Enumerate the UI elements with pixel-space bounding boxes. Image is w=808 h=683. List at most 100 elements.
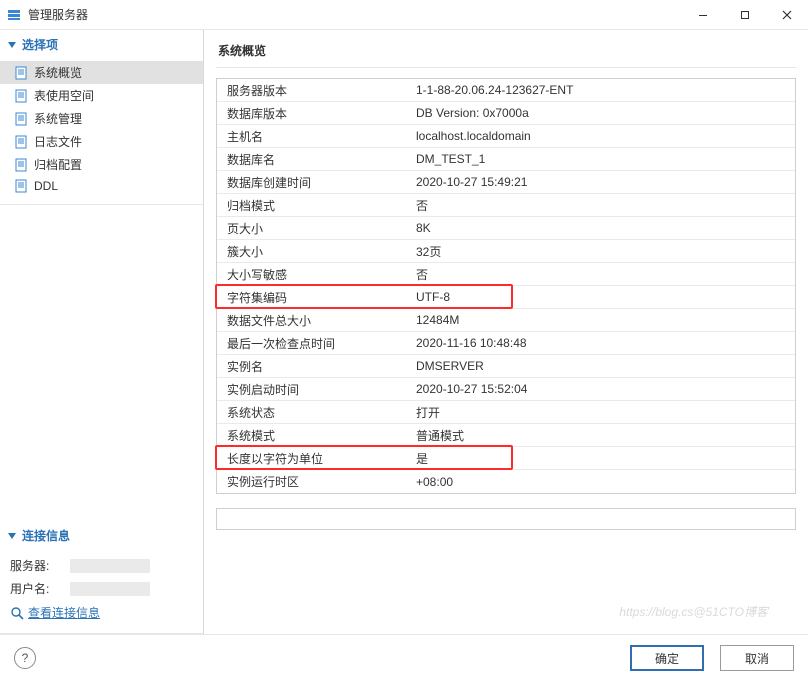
property-value: 8K (412, 221, 431, 235)
conn-server-value (70, 559, 150, 573)
property-row: 页大小8K (217, 217, 795, 240)
sidebar-item-1[interactable]: 表使用空间 (0, 84, 203, 107)
property-row: 主机名localhost.localdomain (217, 125, 795, 148)
ok-button-label: 确定 (655, 650, 679, 667)
view-connection-label: 查看连接信息 (28, 604, 100, 621)
sidebar-item-label: 表使用空间 (34, 87, 94, 104)
property-label: 最后一次检查点时间 (217, 335, 412, 352)
minimize-button[interactable] (682, 0, 724, 30)
property-value: 32页 (412, 243, 441, 260)
property-label: 数据文件总大小 (217, 312, 412, 329)
property-label: 簇大小 (217, 243, 412, 260)
property-value: 2020-10-27 15:49:21 (412, 175, 527, 189)
close-button[interactable] (766, 0, 808, 30)
property-row: 数据库名DM_TEST_1 (217, 148, 795, 171)
sidebar-item-0[interactable]: 系统概览 (0, 61, 203, 84)
property-row: 系统状态打开 (217, 401, 795, 424)
message-area (216, 508, 796, 530)
sidebar-section-conn-label: 连接信息 (22, 527, 70, 544)
property-value: 12484M (412, 313, 459, 327)
conn-user-value (70, 582, 150, 596)
property-value: +08:00 (412, 475, 453, 489)
ok-button[interactable]: 确定 (630, 645, 704, 671)
sidebar-item-label: 归档配置 (34, 156, 82, 173)
cancel-button-label: 取消 (745, 650, 769, 667)
property-value: 是 (412, 450, 428, 467)
property-row: 大小写敏感否 (217, 263, 795, 286)
property-row: 簇大小32页 (217, 240, 795, 263)
cancel-button[interactable]: 取消 (720, 645, 794, 671)
property-table: 服务器版本1-1-88-20.06.24-123627-ENT数据库版本DB V… (216, 78, 796, 494)
sidebar-item-label: 系统概览 (34, 64, 82, 81)
property-label: 大小写敏感 (217, 266, 412, 283)
sidebar-section-select[interactable]: 选择项 (0, 30, 203, 59)
property-row: 服务器版本1-1-88-20.06.24-123627-ENT (217, 79, 795, 102)
property-row: 数据文件总大小12484M (217, 309, 795, 332)
conn-server-label: 服务器: (10, 557, 70, 574)
property-row: 归档模式否 (217, 194, 795, 217)
maximize-button[interactable] (724, 0, 766, 30)
property-row: 长度以字符为单位是 (217, 447, 795, 470)
property-row: 数据库版本DB Version: 0x7000a (217, 102, 795, 125)
property-row: 系统模式普通模式 (217, 424, 795, 447)
document-icon (14, 179, 28, 193)
window-title: 管理服务器 (28, 6, 88, 23)
search-icon (10, 606, 24, 620)
sidebar-item-2[interactable]: 系统管理 (0, 107, 203, 130)
conn-server-row: 服务器: (0, 554, 203, 577)
chevron-down-icon (8, 42, 16, 48)
document-icon (14, 112, 28, 126)
sidebar-item-3[interactable]: 日志文件 (0, 130, 203, 153)
watermark: https://blog.cs@51CTO博客 (619, 603, 768, 620)
property-label: 系统状态 (217, 404, 412, 421)
document-icon (14, 158, 28, 172)
property-label: 实例启动时间 (217, 381, 412, 398)
property-row: 最后一次检查点时间2020-11-16 10:48:48 (217, 332, 795, 355)
property-row: 字符集编码UTF-8 (217, 286, 795, 309)
property-label: 页大小 (217, 220, 412, 237)
page-title: 系统概览 (216, 38, 796, 68)
property-value: 2020-10-27 15:52:04 (412, 382, 527, 396)
property-row: 实例启动时间2020-10-27 15:52:04 (217, 378, 795, 401)
sidebar-item-label: DDL (34, 179, 58, 193)
main-panel: 系统概览 服务器版本1-1-88-20.06.24-123627-ENT数据库版… (204, 30, 808, 634)
property-value: UTF-8 (412, 290, 450, 304)
titlebar: 管理服务器 (0, 0, 808, 30)
document-icon (14, 89, 28, 103)
property-row: 实例名DMSERVER (217, 355, 795, 378)
property-row: 数据库创建时间2020-10-27 15:49:21 (217, 171, 795, 194)
sidebar: 选择项 系统概览表使用空间系统管理日志文件归档配置 DDL 连接信息 服务器: 用… (0, 30, 204, 634)
property-value: localhost.localdomain (412, 129, 531, 143)
property-label: 实例运行时区 (217, 473, 412, 490)
property-value: DMSERVER (412, 359, 484, 373)
conn-user-label: 用户名: (10, 580, 70, 597)
property-value: 打开 (412, 404, 440, 421)
property-label: 字符集编码 (217, 289, 412, 306)
sidebar-item-5[interactable]: DDL (0, 176, 203, 196)
property-value: 1-1-88-20.06.24-123627-ENT (412, 83, 573, 97)
property-value: DM_TEST_1 (412, 152, 485, 166)
property-label: 主机名 (217, 128, 412, 145)
property-label: 服务器版本 (217, 82, 412, 99)
property-value: DB Version: 0x7000a (412, 106, 529, 120)
help-button[interactable]: ? (14, 647, 36, 669)
property-value: 否 (412, 197, 428, 214)
property-value: 否 (412, 266, 428, 283)
property-row: 实例运行时区+08:00 (217, 470, 795, 493)
property-value: 2020-11-16 10:48:48 (412, 336, 527, 350)
conn-user-row: 用户名: (0, 577, 203, 600)
property-label: 归档模式 (217, 197, 412, 214)
property-label: 长度以字符为单位 (217, 450, 412, 467)
property-label: 实例名 (217, 358, 412, 375)
property-label: 数据库名 (217, 151, 412, 168)
sidebar-item-4[interactable]: 归档配置 (0, 153, 203, 176)
view-connection-link[interactable]: 查看连接信息 (0, 600, 203, 625)
document-icon (14, 66, 28, 80)
property-label: 数据库创建时间 (217, 174, 412, 191)
app-icon (6, 7, 22, 23)
dialog-footer: ? 确定 取消 (0, 635, 808, 681)
sidebar-section-conn[interactable]: 连接信息 (0, 521, 203, 550)
property-label: 系统模式 (217, 427, 412, 444)
sidebar-section-select-label: 选择项 (22, 36, 58, 53)
property-label: 数据库版本 (217, 105, 412, 122)
